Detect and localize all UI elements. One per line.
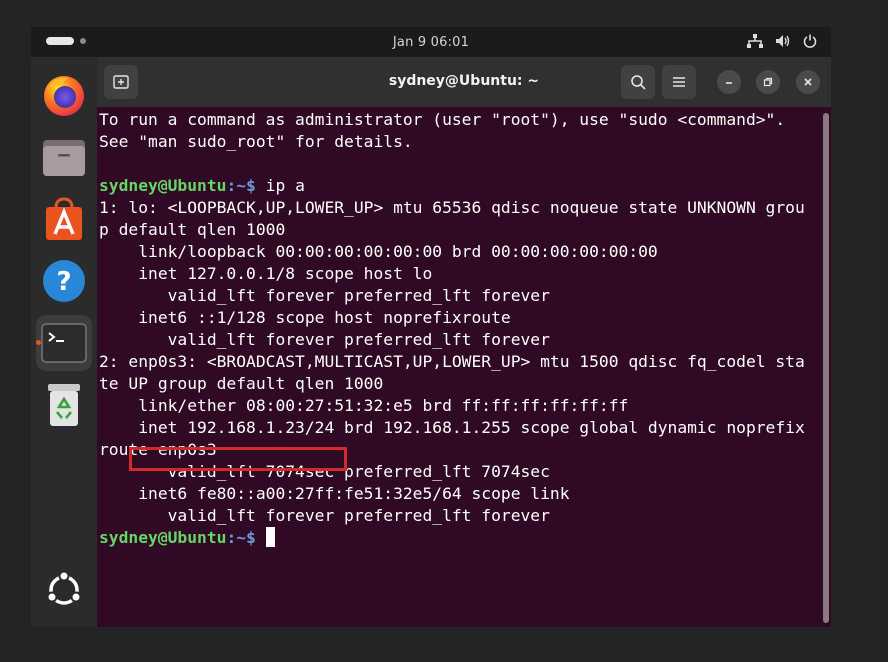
top-bar: Jan 9 06:01 [31, 27, 831, 57]
clock-text[interactable]: Jan 9 06:01 [393, 35, 469, 50]
prompt-path: :~$ [226, 528, 266, 547]
prompt-user: sydney@Ubuntu [99, 176, 227, 195]
firefox-icon [44, 76, 84, 116]
window-title: sydney@Ubuntu: ~ [388, 73, 540, 89]
files-icon [43, 140, 85, 176]
output-line-ip-address: inet 192.168.1.23/24 brd 192.168.1.255 s… [99, 418, 805, 437]
terminal-output[interactable]: To run a command as administrator (user … [99, 109, 824, 549]
clock: Jan 9 06:01 [31, 35, 831, 50]
dock-item-files[interactable] [36, 129, 92, 185]
system-tray[interactable] [747, 34, 817, 48]
workspace-dot [80, 38, 86, 44]
typed-command: ip a [265, 176, 305, 195]
close-button[interactable] [796, 70, 820, 94]
output-line: See "man sudo_root" for details. [99, 132, 413, 151]
output-line: 1: lo: <LOOPBACK,UP,LOWER_UP> mtu 65536 … [99, 198, 805, 217]
dock-item-trash[interactable] [36, 377, 92, 433]
menu-button[interactable] [662, 65, 696, 99]
power-icon[interactable] [803, 34, 817, 48]
desktop: Jan 9 06:01 ? sydney@Ubuntu: ~ To run a … [31, 27, 831, 627]
help-icon: ? [43, 260, 85, 302]
new-tab-button[interactable] [104, 65, 138, 99]
ip-address-highlight-box [129, 447, 347, 471]
output-line: link/ether 08:00:27:51:32:e5 brd ff:ff:f… [99, 396, 629, 415]
hamburger-menu-icon [673, 77, 685, 87]
output-line: link/loopback 00:00:00:00:00:00 brd 00:0… [99, 242, 658, 261]
running-indicator [36, 340, 41, 345]
output-line: inet 127.0.0.1/8 scope host lo [99, 264, 433, 283]
prompt-path: :~$ [226, 176, 266, 195]
ubuntu-logo-icon [46, 570, 82, 605]
close-icon [804, 78, 812, 86]
minimize-button[interactable] [717, 70, 741, 94]
activities-indicator[interactable] [46, 37, 86, 45]
workspace-active-pill [46, 37, 74, 45]
current-prompt-line[interactable]: sydney@Ubuntu:~$ [99, 527, 824, 549]
search-button[interactable] [621, 65, 655, 99]
scrollbar[interactable] [823, 113, 829, 623]
dock-item-app-center[interactable] [36, 191, 92, 247]
search-icon [631, 75, 646, 90]
terminal-header-bar[interactable]: sydney@Ubuntu: ~ [97, 57, 831, 107]
maximize-button[interactable] [756, 70, 780, 94]
output-line: valid_lft forever preferred_lft forever [99, 286, 550, 305]
output-line: valid_lft forever preferred_lft forever [99, 330, 550, 349]
minimize-icon [726, 82, 732, 84]
output-line: valid_lft forever preferred_lft forever [99, 506, 550, 525]
network-icon[interactable] [747, 34, 763, 48]
terminal-window[interactable]: sydney@Ubuntu: ~ To run a command as adm… [97, 57, 831, 627]
output-line: inet6 ::1/128 scope host noprefixroute [99, 308, 511, 327]
output-line: te UP group default qlen 1000 [99, 374, 384, 393]
dock-item-terminal[interactable] [36, 315, 92, 371]
restore-icon [763, 77, 773, 87]
svg-text:?: ? [56, 267, 71, 297]
output-line: inet6 fe80::a00:27ff:fe51:32e5/64 scope … [99, 484, 570, 503]
dock-item-firefox[interactable] [36, 67, 92, 123]
trash-icon [48, 384, 80, 426]
dock: ? [31, 57, 97, 627]
new-tab-icon [113, 75, 129, 89]
terminal-icon [41, 323, 87, 363]
output-line: To run a command as administrator (user … [99, 110, 786, 129]
dock-item-show-apps[interactable] [36, 562, 92, 618]
prompt-user: sydney@Ubuntu [99, 528, 227, 547]
output-line: p default qlen 1000 [99, 220, 286, 239]
output-line: 2: enp0s3: <BROADCAST,MULTICAST,UP,LOWER… [99, 352, 805, 371]
volume-icon[interactable] [775, 34, 791, 48]
command-line: sydney@Ubuntu:~$ ip a [99, 175, 824, 197]
text-cursor [265, 527, 275, 547]
app-center-icon [46, 197, 82, 240]
dock-item-help[interactable]: ? [36, 253, 92, 309]
